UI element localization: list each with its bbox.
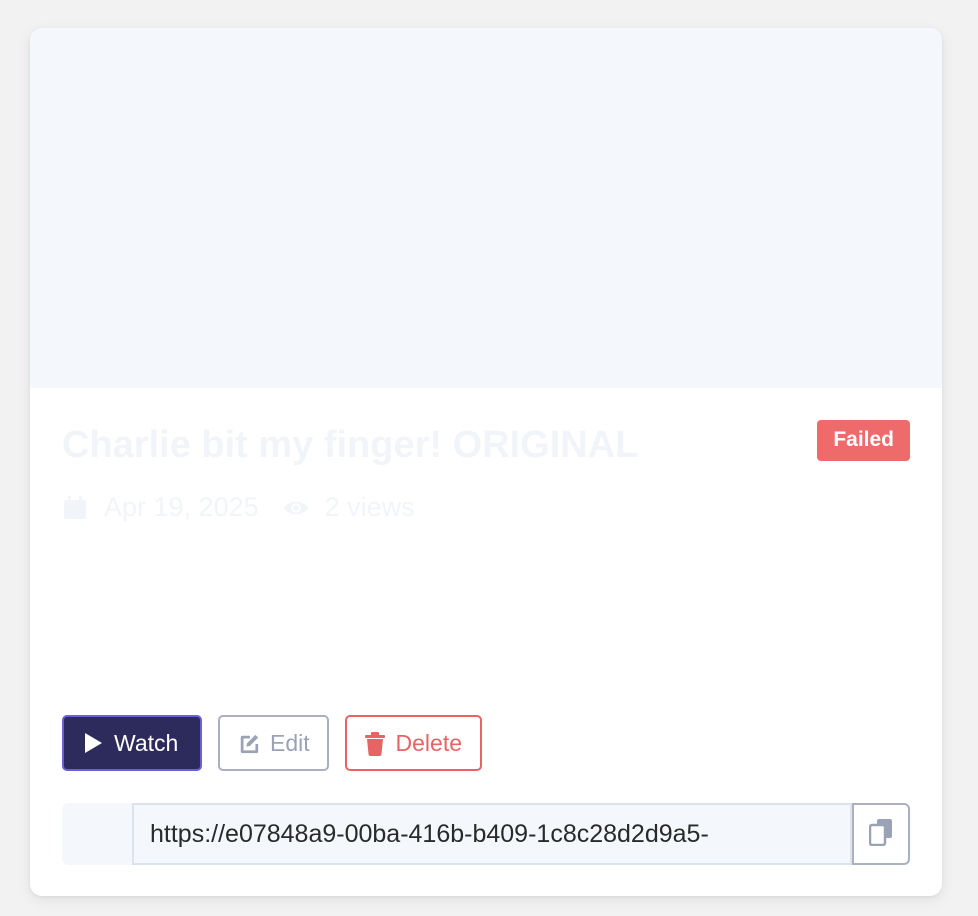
delete-button[interactable]: Delete (345, 715, 482, 771)
url-prefix (62, 803, 132, 865)
views-meta: 2 views (283, 492, 415, 523)
video-thumbnail[interactable] (30, 28, 942, 388)
watch-label: Watch (114, 729, 179, 756)
edit-button[interactable]: Edit (218, 715, 329, 771)
status-badge: Failed (817, 420, 910, 461)
copy-icon (868, 818, 893, 851)
watch-button[interactable]: Watch (62, 715, 202, 771)
video-card: Charlie bit my finger! ORIGINAL Failed A… (30, 28, 942, 896)
video-meta: Apr 19, 2025 2 views (62, 492, 439, 523)
delete-label: Delete (395, 729, 462, 756)
share-url-row (62, 803, 910, 865)
calendar-icon (62, 495, 88, 521)
share-url-input[interactable] (132, 803, 852, 865)
copy-button[interactable] (852, 803, 910, 865)
play-icon (82, 732, 104, 754)
video-title: Charlie bit my finger! ORIGINAL (62, 424, 639, 466)
date-meta: Apr 19, 2025 (62, 492, 259, 523)
edit-icon (238, 732, 260, 754)
trash-icon (365, 732, 386, 756)
video-date: Apr 19, 2025 (104, 492, 259, 522)
edit-label: Edit (270, 729, 310, 756)
video-views: 2 views (324, 492, 415, 522)
eye-icon (283, 495, 309, 521)
action-bar: Watch Edit Delete (62, 715, 482, 771)
